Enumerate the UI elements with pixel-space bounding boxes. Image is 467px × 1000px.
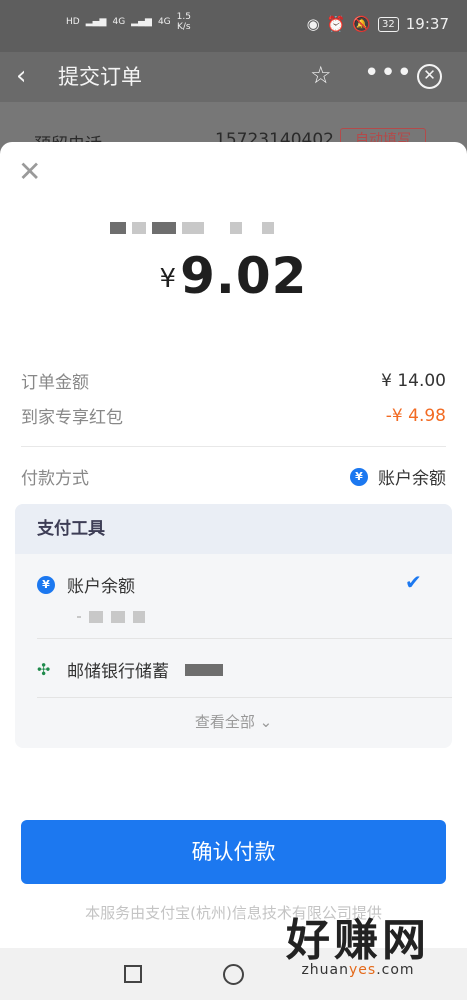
network-speed: 1.5 K/s bbox=[176, 12, 191, 32]
hd-badge: HD bbox=[66, 17, 80, 27]
star-icon[interactable]: ☆ bbox=[310, 61, 332, 89]
payment-tools-panel: 支付工具 ¥ 账户余额 ✔ ✣ 邮储银行储蓄 查看全部 ⌄ bbox=[15, 504, 452, 748]
order-amount-label: 订单金额 bbox=[21, 373, 89, 393]
chevron-down-icon: ⌄ bbox=[259, 713, 273, 731]
signal-icon: ▂▄▆ bbox=[85, 17, 107, 27]
network-4g-label: 4G bbox=[112, 17, 126, 27]
status-right: ◉ ⏰ 🔕 32 19:37 bbox=[307, 15, 449, 33]
pay-amount: ¥9.02 bbox=[0, 247, 467, 305]
home-icon[interactable] bbox=[223, 964, 244, 985]
balance-detail-blurred bbox=[77, 611, 145, 623]
card-number-blurred bbox=[185, 663, 223, 676]
more-icon[interactable]: ••• bbox=[364, 58, 413, 88]
divider bbox=[21, 446, 446, 447]
status-bar: HD ▂▄▆ 4G ▂▄▆ 4G 1.5 K/s ◉ ⏰ 🔕 32 19:37 bbox=[0, 0, 467, 52]
tools-title: 支付工具 bbox=[15, 504, 452, 554]
option-label: 邮储银行储蓄 bbox=[67, 662, 169, 682]
network-4g-label-2: 4G bbox=[157, 17, 171, 27]
back-arrow-icon[interactable]: ‹ bbox=[16, 62, 26, 90]
checkmark-icon: ✔ bbox=[405, 570, 422, 594]
amount-value: 9.02 bbox=[180, 247, 308, 305]
close-icon[interactable]: ✕ bbox=[18, 158, 41, 186]
option-label: 账户余额 bbox=[67, 577, 135, 597]
payment-method-value: 账户余额 bbox=[378, 469, 446, 489]
signal-icon: ▂▄▆ bbox=[131, 17, 152, 27]
nav-bar: ‹ 提交订单 ☆ ••• ✕ bbox=[0, 52, 467, 102]
option-postal-bank[interactable]: ✣ 邮储银行储蓄 bbox=[37, 657, 223, 682]
confirm-payment-button[interactable]: 确认付款 bbox=[21, 820, 446, 884]
discount-row: 到家专享红包 -¥ 4.98 bbox=[21, 403, 446, 429]
close-icon[interactable]: ✕ bbox=[417, 64, 442, 89]
currency-symbol: ¥ bbox=[159, 264, 177, 294]
merchant-name-blurred bbox=[110, 222, 274, 234]
watermark-title: 好赚网 bbox=[286, 915, 430, 966]
payment-method-label: 付款方式 bbox=[21, 469, 89, 489]
eye-icon: ◉ bbox=[306, 15, 320, 33]
discount-label: 到家专享红包 bbox=[21, 408, 123, 428]
clock: 19:37 bbox=[405, 15, 449, 33]
payment-sheet: ✕ ¥9.02 订单金额 ¥ 14.00 到家专享红包 -¥ 4.98 付款方式… bbox=[0, 142, 467, 1000]
watermark: 好赚网 zhuanyes.com bbox=[258, 915, 458, 979]
option-balance[interactable]: ¥ 账户余额 bbox=[37, 572, 135, 597]
divider bbox=[37, 638, 452, 639]
order-amount-row: 订单金额 ¥ 14.00 bbox=[21, 368, 446, 394]
order-amount-value: ¥ 14.00 bbox=[381, 370, 446, 391]
postal-bank-icon: ✣ bbox=[37, 659, 51, 679]
see-all-button[interactable]: 查看全部 ⌄ bbox=[15, 711, 452, 732]
alarm-icon: ⏰ bbox=[326, 15, 346, 33]
payment-method-row[interactable]: 付款方式 ¥ 账户余额 bbox=[21, 464, 446, 489]
divider bbox=[37, 697, 452, 698]
balance-yuan-icon: ¥ bbox=[37, 575, 55, 594]
mute-bell-icon: 🔕 bbox=[352, 15, 372, 33]
balance-yuan-icon: ¥ bbox=[350, 467, 368, 486]
discount-value: -¥ 4.98 bbox=[385, 405, 446, 426]
signal-indicators: HD ▂▄▆ 4G ▂▄▆ 4G 1.5 K/s bbox=[66, 12, 191, 32]
page-title: 提交订单 bbox=[58, 65, 142, 89]
recents-icon[interactable] bbox=[124, 965, 142, 983]
battery-icon: 32 bbox=[378, 16, 399, 32]
